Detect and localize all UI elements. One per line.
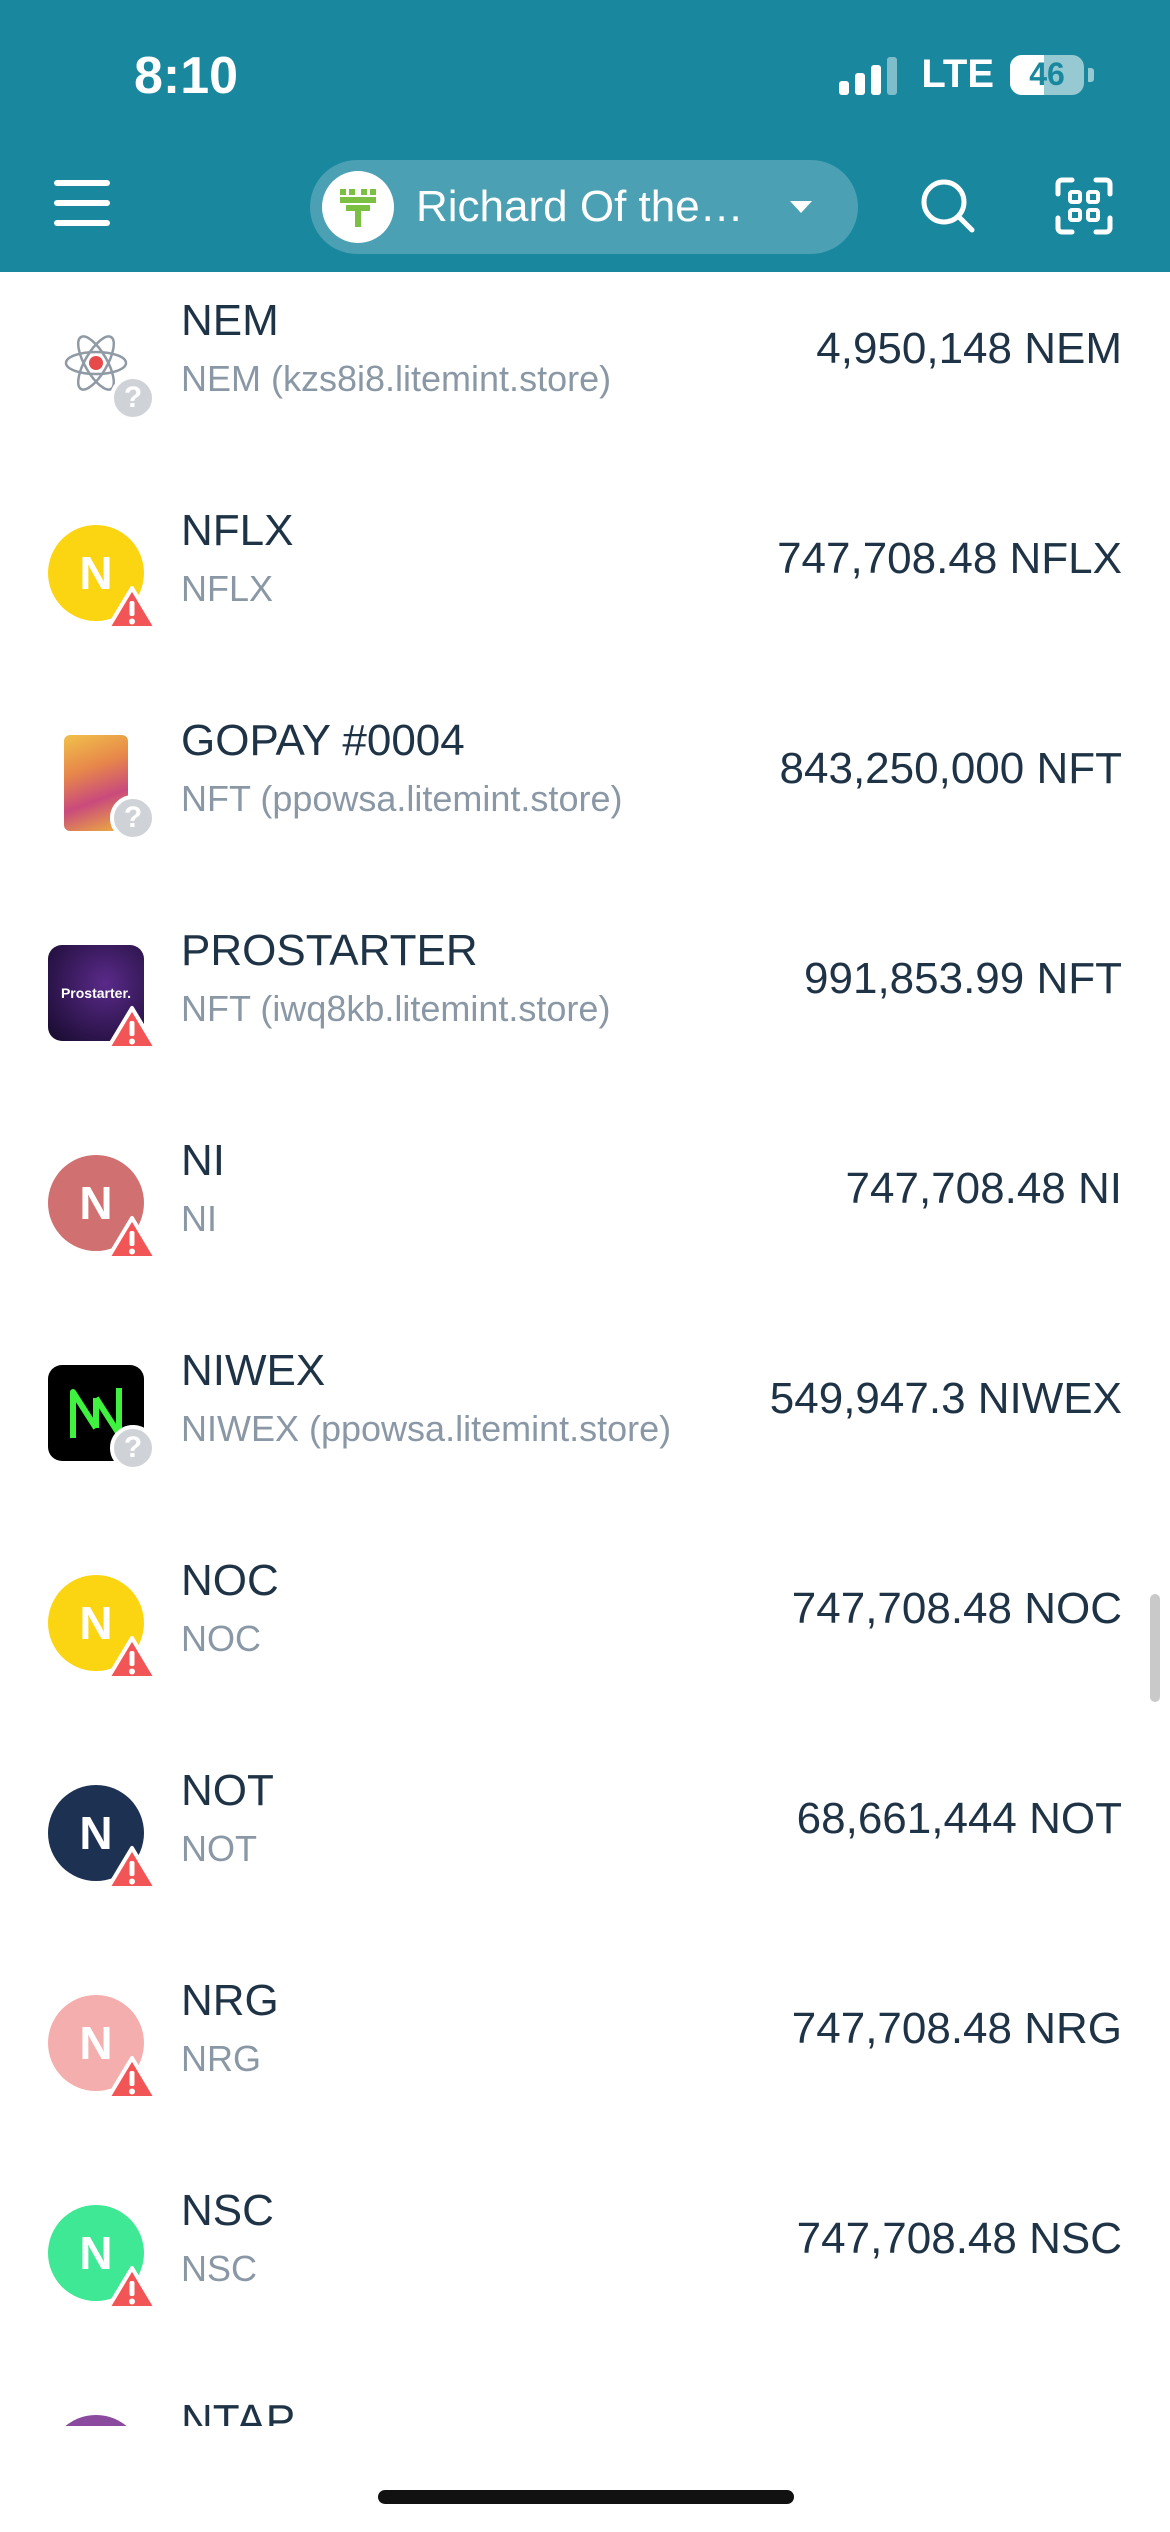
asset-name: NEM <box>181 296 279 345</box>
asset-issuer: NIWEX (ppowsa.litemint.store) <box>181 1408 672 1449</box>
battery-level: 46 <box>1029 56 1065 92</box>
status-indicators: LTE 46 <box>839 52 1094 97</box>
asset-balance: 747,708.48 NOC <box>791 1584 1122 1633</box>
asset-icon-wrapper: ? <box>48 735 156 841</box>
warning-icon <box>106 1635 158 1681</box>
asset-row[interactable]: ? NEM NEM (kzs8i8.litemint.store) 4,950,148… <box>0 272 1170 454</box>
battery-icon: 46 <box>1010 54 1084 95</box>
network-type: LTE <box>921 52 994 96</box>
asset-icon-wrapper: N <box>48 1785 158 1890</box>
asset-icon-wrapper: ? <box>48 315 156 421</box>
account-logo-icon <box>340 189 376 227</box>
asset-balance: 4,950,148 NEM <box>816 324 1122 373</box>
asset-issuer: NOC <box>181 1618 261 1659</box>
warning-icon <box>106 1005 158 1051</box>
status-time: 8:10 <box>134 47 239 105</box>
asset-balance: 549,947.3 NIWEX <box>769 1374 1122 1423</box>
chevron-down-icon <box>790 201 812 213</box>
asset-name: NI <box>181 1136 225 1185</box>
account-avatar <box>322 171 394 243</box>
menu-button[interactable] <box>54 178 114 228</box>
asset-row[interactable]: ? GOPAY #0004 NFT (ppowsa.litemint.store) 8… <box>0 664 1170 874</box>
asset-name: NSC <box>181 2186 274 2235</box>
asset-row[interactable]: NNTAPNTAP747,708.48 NTAP <box>0 2344 1170 2427</box>
asset-issuer: NOT <box>181 1828 257 1869</box>
asset-name: NOT <box>181 1766 274 1815</box>
qr-scan-icon <box>1055 177 1113 235</box>
asset-name: NFLX <box>181 506 294 555</box>
asset-row[interactable]: N NFLX NFLX 747,708.48 NFLX <box>0 454 1170 664</box>
app-header: 8:10 LTE 46 Richard Of the… <box>0 0 1170 272</box>
asset-issuer: NEM (kzs8i8.litemint.store) <box>181 358 612 399</box>
signal-icon <box>839 55 898 95</box>
search-icon <box>921 179 975 233</box>
asset-issuer: NSC <box>181 2248 258 2289</box>
warning-icon <box>106 2265 158 2311</box>
unverified-question-icon: ? <box>110 1425 156 1471</box>
asset-name: PROSTARTER <box>181 926 478 975</box>
asset-row[interactable]: ? NIWEX NIWEX (ppowsa.litemint.store) 549,9… <box>0 1294 1170 1504</box>
bottom-safe-area <box>0 2426 1170 2532</box>
warning-icon <box>106 585 158 631</box>
asset-balance: 747,708.48 NI <box>845 1164 1122 1213</box>
asset-icon-wrapper: N <box>48 2205 158 2310</box>
asset-issuer: NFLX <box>181 568 274 609</box>
asset-balance: 747,708.48 NSC <box>796 2214 1122 2263</box>
asset-name: NRG <box>181 1976 279 2025</box>
asset-name: GOPAY #0004 <box>181 716 465 765</box>
scan-qr-button[interactable] <box>1054 176 1114 236</box>
asset-issuer: NI <box>181 1198 217 1239</box>
unverified-question-icon: ? <box>110 795 156 841</box>
account-name: Richard Of the… <box>416 182 744 231</box>
warning-icon <box>106 1845 158 1891</box>
asset-row[interactable]: N NRG NRG 747,708.48 NRG <box>0 1924 1170 2134</box>
search-button[interactable] <box>918 176 978 236</box>
asset-balance: 843,250,000 NFT <box>779 744 1122 793</box>
warning-icon <box>106 2055 158 2101</box>
asset-name: NTAP <box>181 2396 296 2427</box>
asset-icon-wrapper: N <box>48 525 158 630</box>
asset-issuer: NFT (iwq8kb.litemint.store) <box>181 988 611 1029</box>
asset-issuer: NRG <box>181 2038 261 2079</box>
asset-icon-wrapper: N <box>48 1575 158 1680</box>
asset-icon-wrapper: N <box>48 1155 158 1260</box>
asset-row[interactable]: Prostarter. PROSTARTER NFT (iwq8kb.litemin… <box>0 874 1170 1084</box>
asset-balance: 68,661,444 NOT <box>796 1794 1122 1843</box>
asset-name: NOC <box>181 1556 279 1605</box>
asset-balance: 747,708.48 NRG <box>791 2004 1122 2053</box>
asset-issuer: NFT (ppowsa.litemint.store) <box>181 778 623 819</box>
asset-row[interactable]: N NOC NOC 747,708.48 NOC <box>0 1504 1170 1714</box>
asset-balance: 991,853.99 NFT <box>804 954 1122 1003</box>
account-selector[interactable]: Richard Of the… <box>310 160 858 254</box>
unverified-question-icon: ? <box>110 375 156 421</box>
asset-row[interactable]: N NSC NSC 747,708.48 NSC <box>0 2134 1170 2344</box>
scrollbar[interactable] <box>1150 1594 1160 1702</box>
warning-icon <box>106 1215 158 1261</box>
asset-icon-wrapper: Prostarter. <box>48 945 158 1050</box>
home-indicator[interactable] <box>378 2490 794 2504</box>
asset-icon-wrapper: N <box>48 1995 158 2100</box>
asset-row[interactable]: N NOT NOT 68,661,444 NOT <box>0 1714 1170 1924</box>
asset-list[interactable]: ? NEM NEM (kzs8i8.litemint.store) 4,950,148… <box>0 272 1170 2427</box>
asset-balance: 747,708.48 NFLX <box>777 534 1122 583</box>
asset-row[interactable]: N NI NI 747,708.48 NI <box>0 1084 1170 1294</box>
asset-icon-wrapper: ? <box>48 1365 156 1471</box>
asset-name: NIWEX <box>181 1346 326 1395</box>
